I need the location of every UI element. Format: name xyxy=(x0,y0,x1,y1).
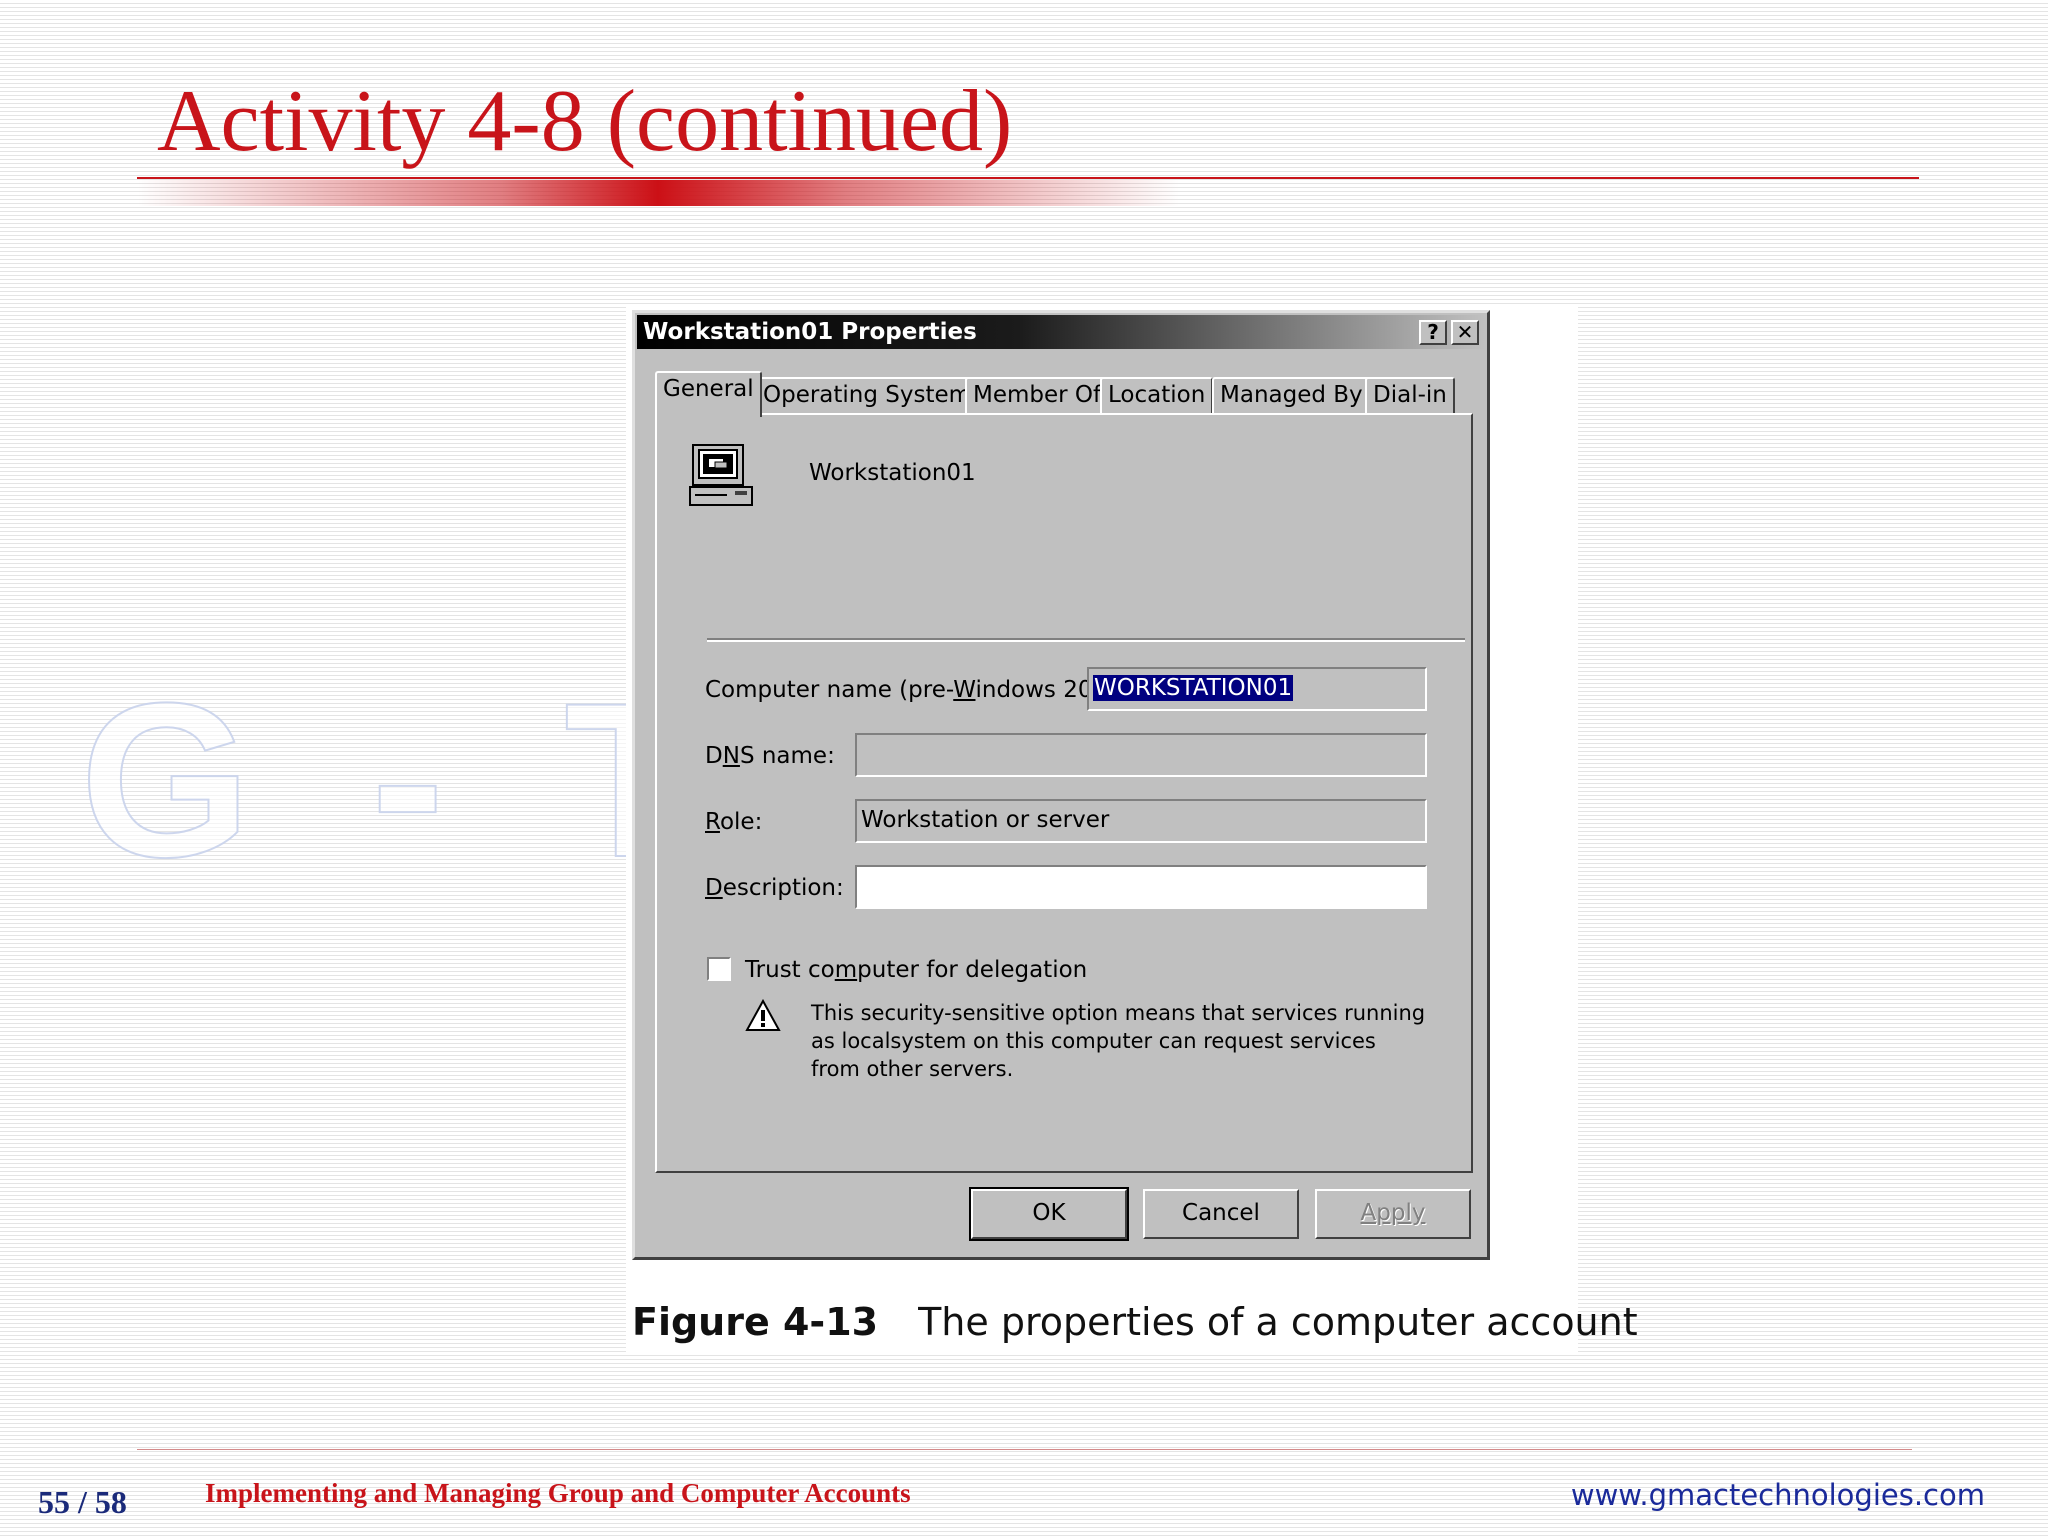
footer-url[interactable]: www.gmactechnologies.com xyxy=(1571,1478,1985,1512)
properties-dialog: Workstation01 Properties ? ✕ General Ope… xyxy=(632,310,1490,1260)
delegation-warning-text: This security-sensitive option means tha… xyxy=(811,1001,1426,1081)
tab-location[interactable]: Location xyxy=(1100,377,1214,413)
description-label: Description: xyxy=(705,875,844,901)
role-field[interactable]: Workstation or server xyxy=(855,799,1427,843)
role-label: Role: xyxy=(705,809,763,835)
figure-caption: Figure 4-13 The properties of a computer … xyxy=(632,1300,1638,1344)
computer-name-label: Computer name (pre-Windows 2000): xyxy=(705,677,1139,703)
title-accent-swoosh xyxy=(137,180,1179,206)
footer-title: Implementing and Managing Group and Comp… xyxy=(205,1478,911,1508)
computer-name-field[interactable]: WORKSTATION01 xyxy=(1087,667,1427,711)
trust-delegation-checkbox[interactable] xyxy=(707,957,731,981)
close-button[interactable]: ✕ xyxy=(1451,320,1479,345)
trust-delegation-label[interactable]: Trust computer for delegation xyxy=(745,957,1087,983)
dialog-title: Workstation01 Properties xyxy=(643,319,977,345)
dns-name-field[interactable] xyxy=(855,733,1427,777)
dialog-titlebar[interactable]: Workstation01 Properties ? ✕ xyxy=(637,315,1485,349)
tab-managed-by[interactable]: Managed By xyxy=(1212,377,1371,413)
tab-member-of[interactable]: Member Of xyxy=(965,377,1110,413)
cancel-button[interactable]: Cancel xyxy=(1143,1189,1299,1239)
tab-general[interactable]: General xyxy=(655,371,762,417)
slide-title: Activity 4-8 (continued) xyxy=(157,73,1013,170)
ok-button[interactable]: OK xyxy=(969,1187,1129,1241)
general-tab-panel: Workstation01 Computer name (pre-Windows… xyxy=(655,413,1473,1173)
tab-operating-system[interactable]: Operating System xyxy=(755,377,980,413)
figure-number: Figure 4-13 xyxy=(632,1300,879,1344)
footer-divider xyxy=(137,1449,1912,1450)
dns-name-label: DNS name: xyxy=(705,743,835,769)
computer-icon xyxy=(689,444,753,506)
apply-button[interactable]: Apply xyxy=(1315,1189,1471,1239)
tab-dial-in[interactable]: Dial-in xyxy=(1365,377,1455,413)
help-button[interactable]: ? xyxy=(1419,320,1447,345)
apply-label: Apply xyxy=(1360,1200,1426,1226)
title-divider xyxy=(137,177,1919,179)
description-input[interactable] xyxy=(855,865,1427,909)
computer-name-value: WORKSTATION01 xyxy=(1093,675,1294,701)
object-name: Workstation01 xyxy=(809,460,976,486)
figure-caption-text: The properties of a computer account xyxy=(918,1300,1638,1344)
page-number: 55 / 58 xyxy=(38,1484,127,1520)
warning-icon xyxy=(745,999,781,1031)
